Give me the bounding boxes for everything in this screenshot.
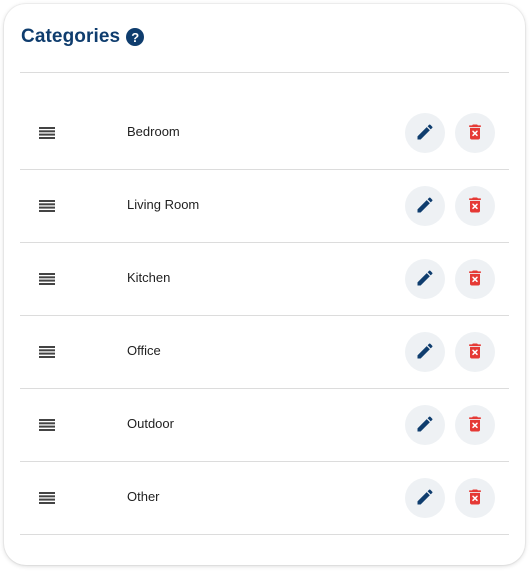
help-icon[interactable]: ?: [126, 28, 145, 46]
delete-button[interactable]: [455, 186, 495, 226]
edit-button[interactable]: [405, 186, 445, 226]
pencil-icon: [415, 341, 435, 364]
category-row: Other: [20, 462, 509, 535]
drag-handle-icon[interactable]: [39, 272, 55, 285]
categories-card: Categories ? Bedroom Living Room Kitchen…: [4, 4, 525, 565]
category-label: Office: [127, 343, 161, 358]
category-list: Bedroom Living Room Kitchen Office Outdo…: [20, 97, 509, 535]
edit-button[interactable]: [405, 113, 445, 153]
delete-button[interactable]: [455, 113, 495, 153]
drag-handle-icon[interactable]: [39, 418, 55, 431]
pencil-icon: [415, 122, 435, 145]
trash-icon: [465, 268, 485, 291]
header-divider: [20, 72, 509, 73]
edit-button[interactable]: [405, 332, 445, 372]
drag-handle-icon[interactable]: [39, 345, 55, 358]
category-row: Kitchen: [20, 243, 509, 316]
pencil-icon: [415, 487, 435, 510]
trash-icon: [465, 487, 485, 510]
delete-button[interactable]: [455, 405, 495, 445]
trash-icon: [465, 414, 485, 437]
edit-button[interactable]: [405, 405, 445, 445]
category-row: Outdoor: [20, 389, 509, 462]
drag-handle-icon[interactable]: [39, 126, 55, 139]
drag-handle-icon[interactable]: [39, 199, 55, 212]
category-label: Living Room: [127, 197, 200, 212]
edit-button[interactable]: [405, 259, 445, 299]
category-label: Bedroom: [127, 124, 180, 139]
card-header: Categories ?: [21, 25, 145, 49]
drag-handle-icon[interactable]: [39, 491, 55, 504]
category-label: Outdoor: [127, 416, 174, 431]
pencil-icon: [415, 414, 435, 437]
pencil-icon: [415, 268, 435, 291]
category-label: Kitchen: [127, 270, 171, 285]
category-row: Bedroom: [20, 97, 509, 170]
category-row: Office: [20, 316, 509, 389]
delete-button[interactable]: [455, 332, 495, 372]
category-row: Living Room: [20, 170, 509, 243]
delete-button[interactable]: [455, 478, 495, 518]
edit-button[interactable]: [405, 478, 445, 518]
pencil-icon: [415, 195, 435, 218]
trash-icon: [465, 195, 485, 218]
trash-icon: [465, 122, 485, 145]
card-title: Categories: [21, 26, 121, 47]
category-label: Other: [127, 489, 160, 504]
trash-icon: [465, 341, 485, 364]
delete-button[interactable]: [455, 259, 495, 299]
